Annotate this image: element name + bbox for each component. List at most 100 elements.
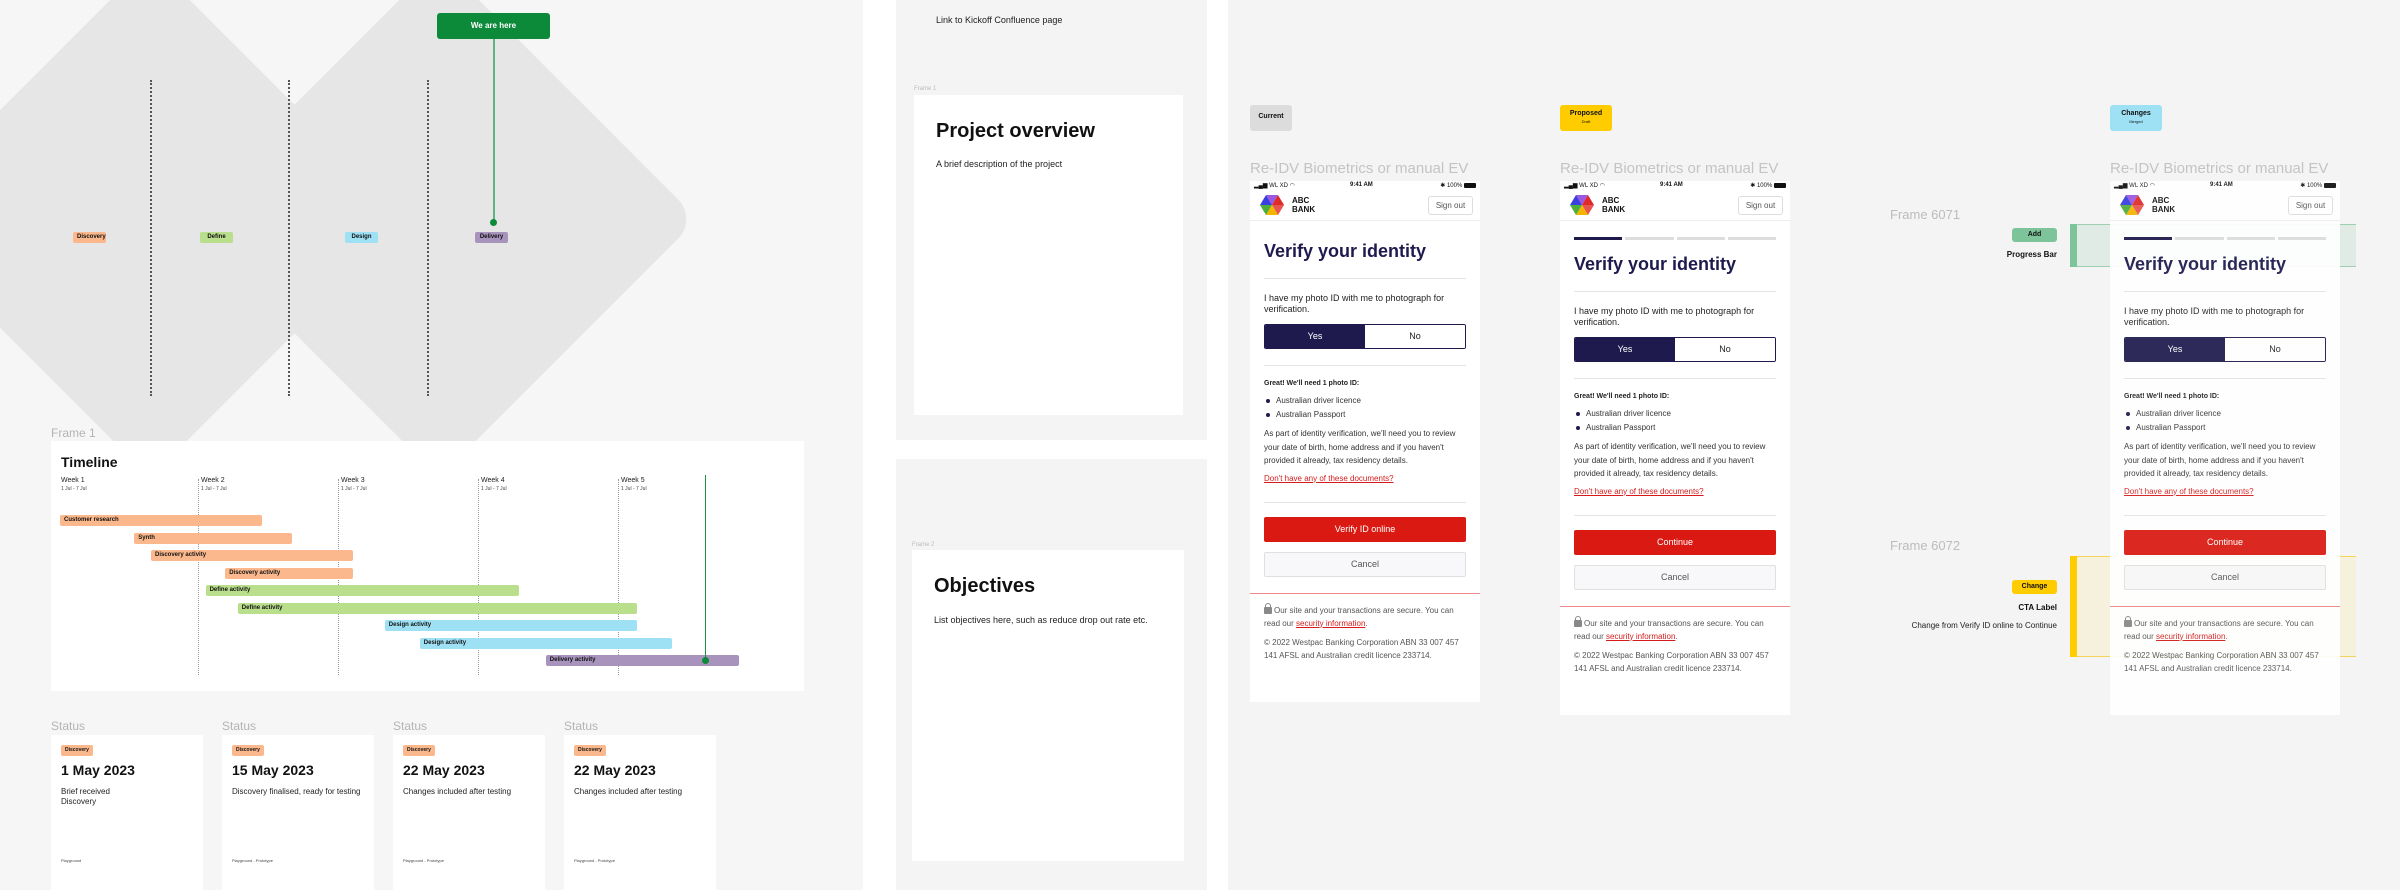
- bank-name-line: ABC: [1602, 196, 1620, 205]
- status-tag: Discovery: [574, 745, 606, 756]
- status-description: Changes included after testing: [574, 787, 683, 796]
- current-date-dot: [702, 657, 709, 664]
- status-footer: Playground: [61, 858, 82, 863]
- cancel-button[interactable]: Cancel: [2124, 564, 2326, 590]
- activity-bar[interactable]: Design activity: [419, 637, 672, 649]
- week-name: Week 1: [61, 477, 85, 484]
- version-label: Changes: [2121, 110, 2151, 117]
- app-header: ABC BANK Sign out: [1560, 191, 1790, 221]
- status-section-label: Status: [564, 719, 599, 733]
- signal-icon: ▂▄▆ WL XD ◠: [2114, 183, 2155, 189]
- battery-percent: 100%: [2306, 183, 2323, 189]
- annotation-description: Change from Verify ID online to Continue: [1911, 621, 2057, 630]
- objectives-title: Objectives: [934, 575, 1036, 597]
- status-section-label: Status: [51, 719, 86, 733]
- status-date: 22 May 2023: [574, 762, 656, 778]
- list-item: Australian driver licence: [1264, 394, 1466, 408]
- primary-cta-button[interactable]: Continue: [2124, 529, 2326, 555]
- sign-out-button[interactable]: Sign out: [1428, 196, 1473, 215]
- frame-label: Frame 2: [912, 542, 935, 548]
- annotation-tag-add: Add: [2012, 228, 2057, 242]
- no-button[interactable]: No: [1675, 338, 1775, 361]
- week-name: Week 3: [341, 477, 365, 484]
- activity-bar[interactable]: Discovery activity: [151, 550, 353, 561]
- no-button[interactable]: No: [2225, 338, 2325, 361]
- carrier-label: WL XD: [2129, 183, 2148, 189]
- activity-bar[interactable]: Customer research: [60, 515, 262, 526]
- no-documents-link[interactable]: Don't have any of these documents?: [2124, 487, 2254, 496]
- security-information-link[interactable]: security information: [2156, 632, 2225, 641]
- security-information-link[interactable]: security information: [1296, 619, 1365, 628]
- progress-segment: [1625, 237, 1674, 240]
- progress-bar: [2124, 237, 2326, 240]
- version-label: Proposed: [1569, 110, 1603, 117]
- divider: [2124, 378, 2326, 379]
- screen-title: Re-IDV Biometrics or manual EV: [2110, 160, 2329, 177]
- yes-button[interactable]: Yes: [2125, 338, 2225, 361]
- status-date: 22 May 2023: [403, 762, 485, 778]
- activity-bar[interactable]: Discovery activity: [225, 567, 353, 579]
- activity-bar[interactable]: Delivery activity: [545, 655, 739, 666]
- verify-form: Verify your identity I have my photo ID …: [1560, 237, 1790, 590]
- sign-out-button[interactable]: Sign out: [2288, 196, 2333, 215]
- status-footer: Playground - Prototype: [403, 858, 444, 863]
- list-item: Australian Passport: [1264, 408, 1466, 422]
- activity-bar[interactable]: Synth: [134, 532, 293, 544]
- week-header: Week 5 1 Jul - 7 Jul: [621, 477, 647, 492]
- battery-status: ✱ 100%: [1440, 182, 1476, 189]
- list-item: Australian Passport: [2124, 421, 2326, 435]
- security-information-link[interactable]: security information: [1606, 632, 1675, 641]
- cta-highlight-edge: [2070, 556, 2077, 657]
- activity-bar[interactable]: Design activity: [384, 620, 637, 631]
- activity-bar[interactable]: Define activity: [237, 602, 637, 614]
- no-documents-link[interactable]: Don't have any of these documents?: [1264, 474, 1394, 483]
- status-date: 15 May 2023: [232, 762, 314, 778]
- clock: 9:41 AM: [1660, 182, 1683, 188]
- status-card: Discovery 22 May 2023 Changes included aft…: [393, 735, 545, 890]
- marker-connector: [493, 39, 495, 222]
- no-documents-link[interactable]: Don't have any of these documents?: [1574, 487, 1704, 496]
- activity-bar[interactable]: Define activity: [205, 585, 520, 596]
- divider: [1264, 501, 1466, 503]
- phone-screen: ▂▄▆ WL XD ◠ 9:41 AM ✱ 100% ABC BANK Sign …: [1250, 181, 1480, 702]
- lock-icon: [2124, 615, 2132, 627]
- carrier-label: WL XD: [1579, 183, 1598, 189]
- wifi-icon: ◠: [2149, 183, 2155, 189]
- battery-icon: [2324, 182, 2336, 188]
- lock-icon: [1574, 615, 1582, 627]
- status-card: Discovery 22 May 2023 Changes included aft…: [564, 735, 716, 890]
- photo-id-requirement: Great! We'll need 1 photo ID:: [2124, 393, 2220, 400]
- frame-label: Frame 1: [914, 86, 937, 92]
- verify-heading: Verify your identity: [1574, 254, 1737, 274]
- app-header: ABC BANK Sign out: [1250, 191, 1480, 221]
- phase-tag-discovery: Discovery: [73, 232, 106, 243]
- kickoff-confluence-link[interactable]: Link to Kickoff Confluence page: [936, 15, 1062, 25]
- progress-bar: [1574, 237, 1776, 240]
- copyright-text: © 2022 Westpac Banking Corporation ABN 3…: [1264, 637, 1459, 660]
- phone-footer: Our site and your transactions are secur…: [2110, 605, 2340, 715]
- status-card: Discovery 15 May 2023 Discovery finalised,…: [222, 735, 374, 890]
- primary-cta-button[interactable]: Continue: [1574, 529, 1776, 555]
- wifi-icon: ◠: [1599, 183, 1605, 189]
- divider-line: [288, 80, 290, 396]
- list-item: Australian Passport: [1574, 421, 1776, 435]
- bank-name-line: BANK: [1292, 205, 1316, 214]
- list-item: Australian driver licence: [1574, 407, 1776, 421]
- no-button[interactable]: No: [1365, 325, 1465, 348]
- battery-icon: [1464, 182, 1476, 188]
- cancel-button[interactable]: Cancel: [1264, 551, 1466, 577]
- status-bar: ▂▄▆ WL XD ◠ 9:41 AM ✱ 100%: [2110, 181, 2340, 191]
- cancel-button[interactable]: Cancel: [1574, 564, 1776, 590]
- security-notice: Our site and your transactions are secur…: [1574, 615, 1764, 641]
- sign-out-button[interactable]: Sign out: [1738, 196, 1783, 215]
- verify-form: Verify your identity I have my photo ID …: [1250, 241, 1480, 577]
- security-notice: Our site and your transactions are secur…: [1264, 602, 1454, 628]
- week-header: Week 2 1 Jul - 7 Jul: [201, 477, 227, 492]
- yes-button[interactable]: Yes: [1575, 338, 1675, 361]
- divider: [1264, 278, 1466, 279]
- yes-button[interactable]: Yes: [1265, 325, 1365, 348]
- status-bar: ▂▄▆ WL XD ◠ 9:41 AM ✱ 100%: [1250, 181, 1480, 191]
- primary-cta-button[interactable]: Verify ID online: [1264, 516, 1466, 542]
- progress-bar-highlight-edge: [2070, 224, 2077, 267]
- phase-tag-delivery: Delivery: [475, 232, 508, 243]
